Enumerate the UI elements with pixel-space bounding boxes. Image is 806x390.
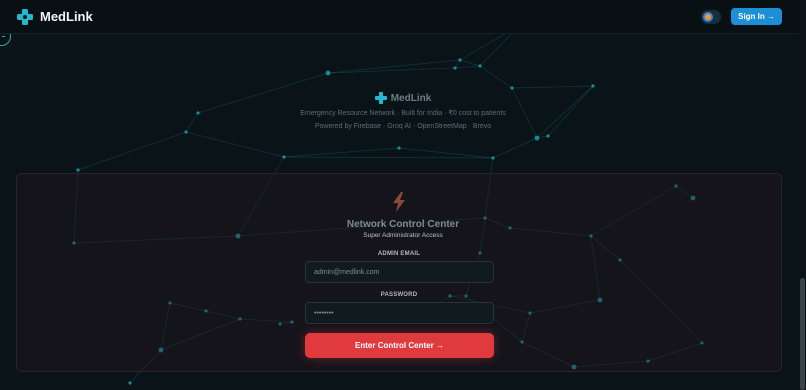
- network-node: [546, 134, 550, 138]
- network-node: [282, 155, 286, 159]
- network-node: [397, 146, 401, 150]
- lightning-bolt-icon: [393, 192, 405, 212]
- network-edge: [492, 137, 538, 159]
- network-node: [76, 168, 80, 172]
- network-edge: [327, 59, 461, 74]
- hero-tagline: Emergency Resource Network · Built for I…: [300, 110, 506, 117]
- network-node: [184, 130, 188, 134]
- network-node: [591, 84, 595, 88]
- network-edge: [283, 147, 400, 158]
- theme-toggle[interactable]: [701, 9, 722, 24]
- sign-in-button[interactable]: Sign In →: [731, 8, 782, 25]
- brand-link[interactable]: MedLink: [16, 8, 93, 26]
- password-field[interactable]: ••••••••: [305, 302, 494, 324]
- password-label: PASSWORD: [380, 292, 418, 298]
- network-node: [325, 70, 331, 76]
- network-edge: [511, 85, 594, 89]
- enter-control-center-button[interactable]: Enter Control Center →: [305, 333, 494, 358]
- panel-title: Network Control Center: [346, 219, 460, 230]
- network-node: [510, 86, 514, 90]
- network-node: [458, 58, 462, 62]
- scrollbar-thumb[interactable]: [800, 278, 805, 390]
- hero-section: MedLink Emergency Resource Network · Bui…: [0, 92, 806, 130]
- network-edge: [77, 131, 187, 171]
- medical-cross-icon: [17, 8, 33, 25]
- network-node: [453, 66, 457, 70]
- network-edge: [479, 65, 513, 89]
- theme-toggle-icon: [703, 11, 714, 22]
- network-edge: [185, 131, 285, 158]
- network-edge: [283, 156, 494, 159]
- email-label: ADMIN EMAIL: [377, 251, 421, 257]
- network-node: [478, 64, 482, 68]
- network-node: [128, 381, 132, 385]
- top-navbar: MedLink Sign In →: [0, 0, 806, 34]
- brand-name: MedLink: [40, 9, 93, 24]
- network-edge: [459, 59, 481, 67]
- network-edge: [398, 147, 494, 159]
- page-scrollbar[interactable]: [799, 0, 806, 390]
- medical-cross-icon: [374, 92, 387, 104]
- panel-subtitle: Super Administrator Access: [363, 232, 443, 239]
- network-node: [491, 156, 495, 160]
- network-node: [534, 135, 540, 141]
- network-edge: [454, 65, 481, 69]
- network-edge: [327, 67, 456, 74]
- email-field[interactable]: admin@medlink.com: [305, 261, 494, 283]
- hero-brand-name: MedLink: [390, 92, 432, 104]
- powered-by-text: Powered by Firebase · Groq AI · OpenStre…: [314, 123, 492, 130]
